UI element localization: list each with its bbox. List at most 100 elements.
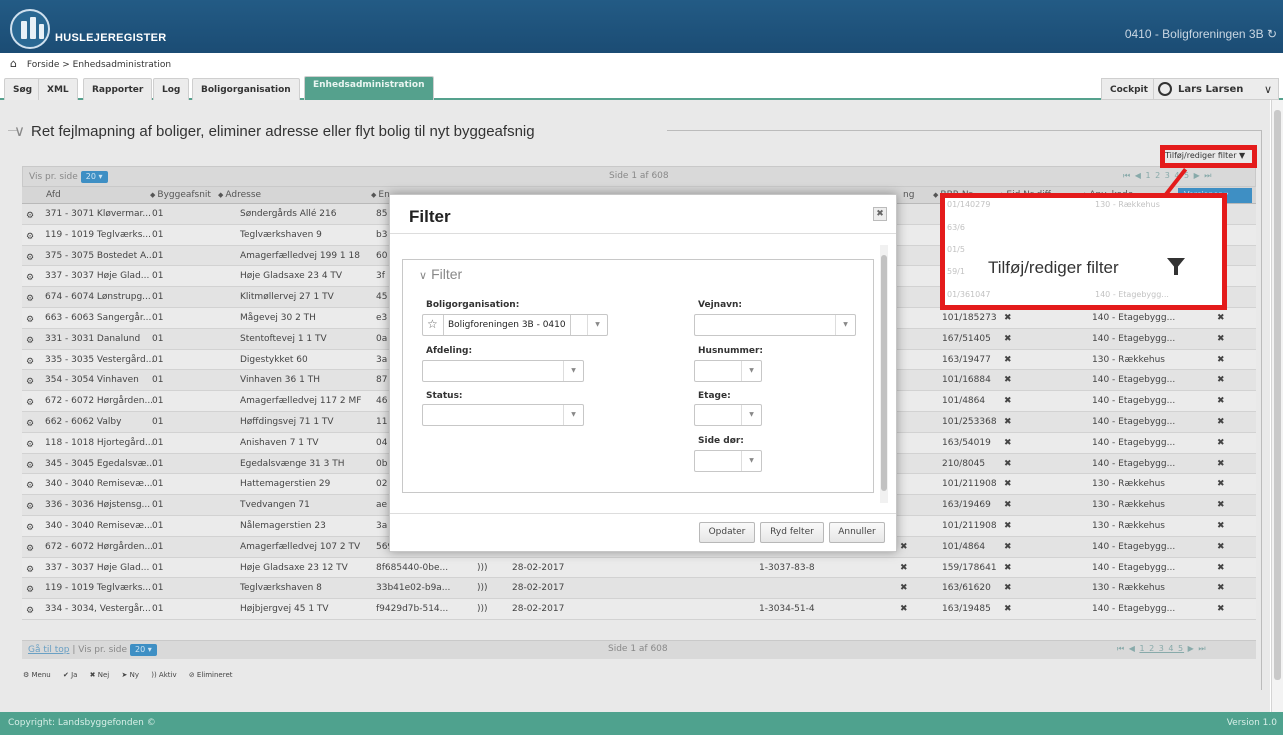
etage-select[interactable]: ▼: [694, 404, 762, 426]
cancel-button[interactable]: Annuller: [829, 522, 885, 543]
cell-adresse: Søndergårds Allé 216: [240, 209, 337, 219]
fieldset-legend[interactable]: ∨ Filter: [415, 266, 469, 282]
status-select[interactable]: ▼: [422, 404, 584, 426]
menu-gear-icon[interactable]: ⚙: [26, 542, 34, 556]
table-row[interactable]: ⚙ 334 - 3034, Vestergår... 01 Højbjergvej 4…: [22, 599, 1256, 620]
menu-gear-icon[interactable]: ⚙: [26, 334, 34, 348]
close-icon[interactable]: ✖: [873, 207, 887, 221]
cell-adresse: Teglværkshaven 9: [240, 229, 322, 240]
side-dor-select[interactable]: ▼: [694, 450, 762, 472]
cell-flag-2: ✖: [1217, 416, 1225, 427]
page-size-select-bottom[interactable]: 20 ▾: [130, 644, 157, 656]
cell-adresse: Høje Gladsaxe 23 12 TV: [240, 562, 348, 573]
menu-gear-icon[interactable]: ⚙: [26, 313, 34, 327]
vejnavn-select[interactable]: ▼: [694, 314, 856, 336]
goto-top-link[interactable]: Gå til top: [28, 645, 70, 655]
cell-anv: 130 - Rækkehus: [1092, 479, 1165, 490]
cockpit-button[interactable]: Cockpit: [1101, 78, 1157, 100]
cell-en: 11: [376, 416, 388, 427]
cell-afd: 337 - 3037 Høje Glad...: [45, 271, 150, 282]
menu-gear-icon[interactable]: ⚙: [26, 583, 34, 597]
cell-flag-2: ✖: [1217, 520, 1225, 531]
home-icon[interactable]: ⌂: [10, 57, 24, 70]
menu-gear-icon[interactable]: ⚙: [26, 375, 34, 389]
clear-fields-button[interactable]: Ryd felter: [760, 522, 824, 543]
menu-gear-icon[interactable]: ⚙: [26, 251, 34, 265]
cell-flag-ejd: ✖: [1004, 583, 1012, 594]
cell-ejd: 1-3034-51-4: [759, 604, 815, 615]
cell-byggeafsnit: 01: [152, 312, 164, 323]
cell-flag-ejd: ✖: [1004, 437, 1012, 448]
page-scrollbar[interactable]: [1271, 100, 1283, 712]
table-row[interactable]: ⚙ 119 - 1019 Teglværks... 01 Teglværkshaven…: [22, 578, 1256, 600]
menu-gear-icon[interactable]: ⚙: [26, 292, 34, 306]
chevron-down-icon: ▼: [741, 451, 761, 471]
col-afd[interactable]: Afd: [46, 190, 61, 200]
status-legend: ⚙ Menu ✔ Ja ✖ Nej ➤ Ny )) Aktiv ⊘ Elimin…: [23, 671, 243, 679]
user-menu[interactable]: Lars Larsen ∨: [1153, 78, 1279, 100]
col-byggeafsnit[interactable]: ◆ Byggeafsnit: [150, 190, 211, 200]
menu-gear-icon[interactable]: ⚙: [26, 563, 34, 577]
pager-top[interactable]: ⏮ ◀ 1 2 3 4 5 ▶ ⏭: [1123, 171, 1213, 181]
callout-text: Tilføj/rediger filter: [988, 258, 1119, 277]
cell-flag-2: ✖: [1217, 604, 1225, 615]
cell-byggeafsnit: 01: [152, 562, 164, 573]
cell-anv: 140 - Etagebygg...: [1092, 312, 1176, 323]
chevron-down-icon: ∨: [1263, 83, 1272, 96]
cell-afd: 672 - 6072 Hørgården...: [45, 396, 154, 407]
cell-anv: 140 - Etagebygg...: [1092, 562, 1176, 573]
tab-xml[interactable]: XML: [38, 78, 78, 100]
cell-afd: 119 - 1019 Teglværks...: [45, 583, 151, 594]
cell-anv: 130 - Rækkehus: [1092, 500, 1165, 511]
afdeling-select[interactable]: ▼: [422, 360, 584, 382]
tab-log[interactable]: Log: [153, 78, 190, 100]
cell-afd: 340 - 3040 Remisevæ...: [45, 479, 153, 490]
update-button[interactable]: Opdater: [699, 522, 755, 543]
cell-en: 02: [376, 479, 388, 490]
star-icon[interactable]: ☆: [427, 317, 438, 331]
dialog-scrollbar[interactable]: [880, 245, 888, 503]
col-adresse[interactable]: ◆ Adresse: [218, 190, 261, 200]
col-ag[interactable]: ng: [903, 190, 914, 200]
table-row[interactable]: ⚙ 337 - 3037 Høje Glad... 01 Høje Gladsaxe …: [22, 557, 1256, 579]
org-selector[interactable]: 0410 - Boligforeningen 3B ↻: [1125, 27, 1277, 41]
cell-afd: 118 - 1018 Hjortegård...: [45, 437, 154, 448]
tab-boligorganisation[interactable]: Boligorganisation: [192, 78, 300, 100]
cell-flag-ejd: ✖: [1004, 312, 1012, 323]
collapse-chevron-icon[interactable]: ∨: [14, 123, 25, 140]
pager-bottom[interactable]: ⏮ ◀ 1 2 3 4 5 ▶ ⏭: [1117, 644, 1207, 654]
col-en[interactable]: ◆ En: [371, 190, 390, 200]
cell-flag-2: ✖: [1217, 500, 1225, 511]
menu-gear-icon[interactable]: ⚙: [26, 417, 34, 431]
tab-rapporter[interactable]: Rapporter: [83, 78, 153, 100]
menu-gear-icon[interactable]: ⚙: [26, 230, 34, 244]
menu-gear-icon[interactable]: ⚙: [26, 209, 34, 223]
menu-gear-icon[interactable]: ⚙: [26, 396, 34, 410]
tab-enhedsadministration[interactable]: Enhedsadministration: [304, 76, 434, 100]
cell-en: 45: [376, 292, 388, 303]
menu-gear-icon[interactable]: ⚙: [26, 604, 34, 618]
menu-gear-icon[interactable]: ⚙: [26, 500, 34, 514]
cell-byggeafsnit: 01: [152, 604, 164, 615]
cell-adresse: Anishaven 7 1 TV: [240, 437, 319, 448]
cell-flag-2: ✖: [1217, 312, 1225, 323]
cell-afd: 375 - 3075 Bostedet A...: [45, 250, 155, 261]
menu-gear-icon[interactable]: ⚙: [26, 521, 34, 535]
menu-gear-icon[interactable]: ⚙: [26, 438, 34, 452]
tab-sog[interactable]: Søg: [4, 78, 42, 100]
page-indicator-bottom: Side 1 af 608: [608, 644, 668, 654]
cell-afd: 345 - 3045 Egedalsvæ...: [45, 458, 156, 469]
boligorganisation-select[interactable]: ☆ Boligforeningen 3B - 0410 ▼: [422, 314, 608, 336]
cell-en: 0a: [376, 333, 388, 344]
page-size-select[interactable]: 20 ▾: [80, 171, 108, 183]
menu-gear-icon[interactable]: ⚙: [26, 459, 34, 473]
menu-gear-icon[interactable]: ⚙: [26, 479, 34, 493]
cell-en: 3a: [376, 354, 388, 365]
menu-gear-icon[interactable]: ⚙: [26, 355, 34, 369]
refresh-icon[interactable]: ↻: [1267, 27, 1277, 41]
page-size-control: Vis pr. side 20 ▾: [29, 171, 108, 183]
cell-anv: 140 - Etagebygg...: [1092, 541, 1176, 552]
menu-gear-icon[interactable]: ⚙: [26, 271, 34, 285]
cell-flag-2: ✖: [1217, 479, 1225, 490]
husnummer-select[interactable]: ▼: [694, 360, 762, 382]
